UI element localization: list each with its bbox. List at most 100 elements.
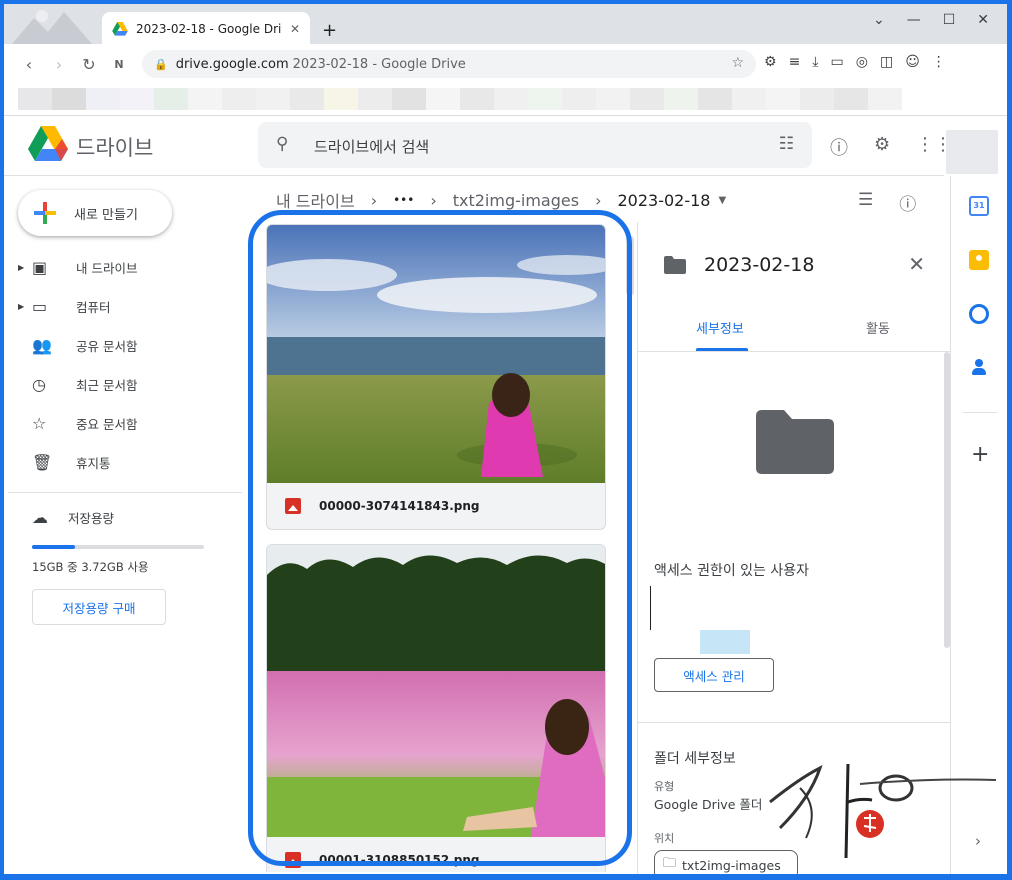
breadcrumb-ellipsis[interactable]: ••• xyxy=(393,193,414,207)
location-chip[interactable]: 🗀 txt2img-images xyxy=(654,850,798,880)
bookmark-item[interactable] xyxy=(358,88,392,110)
manage-access-button[interactable]: 액세스 관리 xyxy=(654,658,774,692)
contacts-icon[interactable] xyxy=(969,358,989,378)
reload-icon[interactable]: ↻ xyxy=(74,55,104,74)
profile-icon[interactable]: ☺ xyxy=(905,54,920,70)
tab-search-icon[interactable]: ⌄ xyxy=(873,12,885,28)
bookmark-item[interactable] xyxy=(664,88,698,110)
sidebar-item-my-drive[interactable]: ▶ ▣ 내 드라이브 xyxy=(0,248,242,287)
app-name[interactable]: 드라이브 xyxy=(76,132,153,162)
back-icon[interactable]: ‹ xyxy=(14,55,44,74)
buy-storage-button[interactable]: 저장용량 구매 xyxy=(32,589,166,625)
tab-close-icon[interactable]: ✕ xyxy=(290,22,300,36)
expand-panel-icon[interactable]: › xyxy=(975,832,981,850)
bookmark-item[interactable] xyxy=(324,88,358,110)
calendar-icon[interactable]: 31 xyxy=(969,196,989,216)
screenshot-icon[interactable]: ◎ xyxy=(856,54,868,70)
drive-logo-icon[interactable] xyxy=(28,126,68,162)
reading-list-icon[interactable]: ≡ xyxy=(789,54,801,70)
cast-icon[interactable]: ▭ xyxy=(831,54,844,70)
settings-gear-icon[interactable]: ⚙ xyxy=(874,134,890,155)
close-details-icon[interactable]: ✕ xyxy=(908,252,925,276)
breadcrumb-current[interactable]: 2023-02-18 xyxy=(617,191,710,210)
tab-details[interactable]: 세부정보 xyxy=(696,318,744,337)
bookmark-item[interactable] xyxy=(188,88,222,110)
sidebar-item-computers[interactable]: ▶ ▭ 컴퓨터 xyxy=(0,287,242,326)
bookmark-item[interactable] xyxy=(460,88,494,110)
tasks-icon[interactable] xyxy=(969,304,989,324)
bookmark-item[interactable] xyxy=(426,88,460,110)
large-folder-icon xyxy=(756,410,834,474)
keep-icon[interactable] xyxy=(969,250,989,270)
download-icon[interactable]: ⤓ xyxy=(812,54,818,70)
chevron-right-icon: › xyxy=(430,190,437,210)
forward-icon[interactable]: › xyxy=(44,55,74,74)
list-view-icon[interactable]: ☰ xyxy=(858,190,873,215)
file-list-scrollbar[interactable] xyxy=(626,236,634,296)
expand-caret-icon[interactable]: ▶ xyxy=(18,302,32,311)
bookmark-item[interactable] xyxy=(290,88,324,110)
user-avatar-chip[interactable] xyxy=(700,630,750,654)
extensions-icon[interactable]: ⚙ xyxy=(764,54,777,70)
bookmark-item[interactable] xyxy=(222,88,256,110)
bookmark-item[interactable] xyxy=(392,88,426,110)
sidebar-item-starred[interactable]: ☆ 중요 문서함 xyxy=(0,404,242,443)
search-input[interactable]: 드라이브에서 검색 xyxy=(314,136,429,157)
sidebar-divider xyxy=(8,492,242,493)
bookmark-item[interactable] xyxy=(766,88,800,110)
bookmark-item[interactable] xyxy=(86,88,120,110)
tab-active[interactable]: 2023-02-18 - Google Drive ✕ xyxy=(102,12,310,46)
bookmark-item[interactable] xyxy=(256,88,290,110)
breadcrumb-root[interactable]: 내 드라이브 xyxy=(276,188,355,212)
storage-label[interactable]: 저장용량 xyxy=(68,508,114,527)
window-close-icon[interactable]: ✕ xyxy=(977,12,989,28)
sidebar-item-trash[interactable]: 🗑 휴지통 xyxy=(0,443,242,482)
sidebar-item-recent[interactable]: ◷ 최근 문서함 xyxy=(0,365,242,404)
file-card[interactable]: 00001-3108850152.png xyxy=(266,544,606,872)
bookmark-item[interactable] xyxy=(154,88,188,110)
search-options-icon[interactable]: ☷ xyxy=(779,134,794,154)
tab-activity[interactable]: 활동 xyxy=(866,318,890,337)
sidepanel-icon[interactable]: ◫ xyxy=(880,54,893,70)
bookmark-item[interactable] xyxy=(698,88,732,110)
breadcrumb-parent[interactable]: txt2img-images xyxy=(453,191,579,210)
new-tab-icon[interactable]: + xyxy=(322,20,337,41)
type-label: 유형 xyxy=(654,780,675,793)
bookmark-item[interactable] xyxy=(630,88,664,110)
bookmark-item[interactable] xyxy=(800,88,834,110)
sidebar-item-shared[interactable]: 👥 공유 문서함 xyxy=(0,326,242,365)
account-avatar[interactable] xyxy=(946,130,998,174)
add-addon-icon[interactable]: + xyxy=(971,442,989,467)
info-icon[interactable]: ⓘ xyxy=(899,190,916,215)
bookmark-item[interactable] xyxy=(868,88,902,110)
dropdown-caret-icon[interactable]: ▼ xyxy=(718,195,726,206)
bookmark-item[interactable] xyxy=(18,88,52,110)
bookmark-item[interactable] xyxy=(52,88,86,110)
file-grid: 00000-3074141843.png 00001-3108850152.pn… xyxy=(250,222,636,872)
bookmark-item[interactable] xyxy=(494,88,528,110)
search-icon[interactable]: ⚲ xyxy=(276,134,288,154)
help-icon[interactable]: ⓘ xyxy=(830,134,848,160)
bookmark-item[interactable] xyxy=(732,88,766,110)
image-thumbnail[interactable] xyxy=(267,545,606,837)
bookmark-item[interactable] xyxy=(596,88,630,110)
new-button[interactable]: 새로 만들기 xyxy=(18,190,172,236)
bookmark-item[interactable] xyxy=(528,88,562,110)
folder-icon xyxy=(664,256,686,274)
bookmark-star-icon[interactable]: ☆ xyxy=(731,55,744,71)
trash-icon: 🗑 xyxy=(32,453,53,472)
bookmark-item[interactable] xyxy=(562,88,596,110)
minimize-icon[interactable]: — xyxy=(907,12,921,28)
image-thumbnail[interactable] xyxy=(267,225,606,483)
maximize-icon[interactable]: ☐ xyxy=(943,12,956,28)
search-bar[interactable]: ⚲ 드라이브에서 검색 ☷ xyxy=(258,122,812,168)
file-card[interactable]: 00000-3074141843.png xyxy=(266,224,606,530)
bookmark-item[interactable] xyxy=(834,88,868,110)
storage-used-text: 15GB 중 3.72GB 사용 xyxy=(32,560,149,574)
address-bar[interactable]: 🔒 drive.google.com 2023-02-18 - Google D… xyxy=(142,50,756,78)
expand-caret-icon[interactable]: ▶ xyxy=(18,263,32,272)
extension-n-icon[interactable]: N xyxy=(104,58,134,71)
bookmark-item[interactable] xyxy=(120,88,154,110)
storage-bar-fill xyxy=(32,545,75,549)
menu-icon[interactable]: ⋮ xyxy=(932,54,946,70)
